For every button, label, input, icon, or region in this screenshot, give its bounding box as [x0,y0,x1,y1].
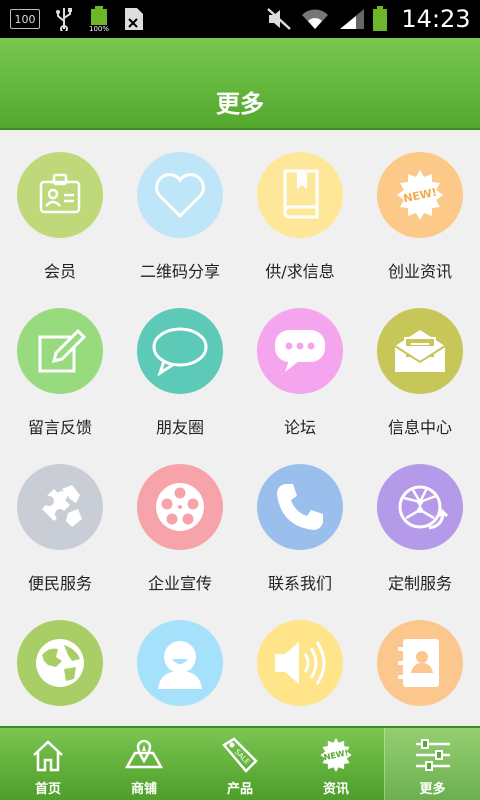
signal-icon [338,6,366,32]
app-header: 更多 [0,38,480,130]
grid-item-moments[interactable]: 朋友圈 [120,288,240,444]
grid-item-custom-service[interactable]: 定制服务 [360,444,480,600]
puzzle-icon [17,464,103,550]
grid-item-contact-us[interactable]: 联系我们 [240,444,360,600]
grid-item-label: 论坛 [283,418,316,437]
speaker-icon [257,620,343,706]
grid-item-contacts[interactable] [360,600,480,726]
grid-item-label: 信息中心 [387,418,452,437]
home-icon [28,736,68,774]
grid-item-label: 朋友圈 [155,418,204,437]
forum-bubble-icon [257,308,343,394]
film-reel-icon [137,464,223,550]
grid-item-member[interactable]: 会员 [0,132,120,288]
note-edit-icon [17,308,103,394]
shop-map-icon [124,736,164,774]
grid-item-promotion[interactable]: 企业宣传 [120,444,240,600]
grid-item-supply-demand[interactable]: 供/求信息 [240,132,360,288]
grid-item-label: 便民服务 [27,574,92,593]
battery-full-icon: 100% [88,6,110,32]
notification-count-badge: 100 [10,9,40,29]
contacts-book-icon [377,620,463,706]
tab-label: 商铺 [130,782,157,797]
svg-text:100%: 100% [89,25,109,32]
bottom-tab-bar: 首页 商铺 SALE 产品 NEW! 资讯 更多 [0,726,480,800]
grid-item-world[interactable] [0,600,120,726]
grid-item-label: 会员 [43,262,76,281]
wifi-icon [300,6,330,32]
globe-network-icon [377,464,463,550]
user-icon [137,620,223,706]
tab-label: 资讯 [322,782,349,797]
chat-bubble-icon [137,308,223,394]
world-icon [17,620,103,706]
grid-item-user[interactable] [120,600,240,726]
grid-item-startup-news[interactable]: NEW! 创业资讯 [360,132,480,288]
tab-label: 产品 [226,782,253,797]
grid-item-forum[interactable]: 论坛 [240,288,360,444]
grid-item-qr-share[interactable]: 二维码分享 [120,132,240,288]
grid-item-label: 创业资讯 [387,262,452,281]
grid-item-label: 企业宣传 [147,574,212,593]
tab-news[interactable]: NEW! 资讯 [288,728,384,800]
grid-item-label: 定制服务 [387,574,452,593]
grid-item-feedback[interactable]: 留言反馈 [0,288,120,444]
mute-icon [266,6,292,32]
grid-item-audio[interactable] [240,600,360,726]
member-card-icon [17,152,103,238]
document-icon [122,6,146,32]
usb-icon [52,6,76,32]
heart-icon [137,152,223,238]
page-title: 更多 [216,90,264,118]
tab-products[interactable]: SALE 产品 [192,728,288,800]
feature-grid: 会员 二维码分享 供/求信息 NEW! 创业资讯 留言反馈 朋友圈 论坛 信息中… [0,132,480,726]
tab-label: 更多 [419,782,446,797]
status-bar: 100 100% 14:23 [0,0,480,38]
grid-item-label: 二维码分享 [139,262,220,281]
tab-label: 首页 [34,782,61,797]
sale-tag-icon: SALE [220,736,260,774]
clock: 14:23 [401,5,471,33]
grid-item-convenience[interactable]: 便民服务 [0,444,120,600]
tab-more[interactable]: 更多 [384,728,480,800]
sliders-icon [413,736,453,774]
phone-icon [257,464,343,550]
tab-home[interactable]: 首页 [0,728,96,800]
grid-item-message-center[interactable]: 信息中心 [360,288,480,444]
envelope-icon [377,308,463,394]
grid-item-label: 联系我们 [267,574,332,593]
tab-shops[interactable]: 商铺 [96,728,192,800]
grid-item-label: 留言反馈 [27,418,92,437]
book-icon [257,152,343,238]
grid-item-label: 供/求信息 [265,262,335,281]
new-badge-icon: NEW! [377,152,463,238]
new-badge-icon: NEW! [316,736,356,774]
battery-icon [370,6,390,32]
